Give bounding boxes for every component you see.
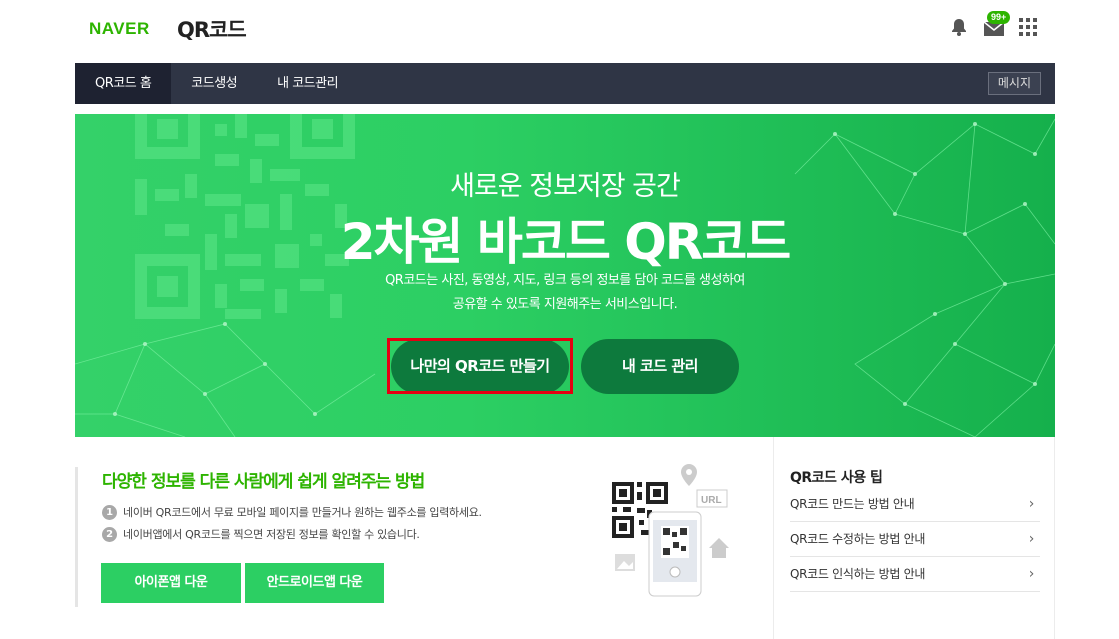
naver-logo[interactable]: NAVER [89, 19, 150, 39]
mail-icon[interactable]: 99+ [983, 11, 1011, 37]
tip-item-edit[interactable]: QR코드 수정하는 방법 안내 › [790, 522, 1040, 557]
location-pin-icon [681, 464, 697, 486]
nav-item-qr-home[interactable]: QR코드 홈 [75, 63, 172, 104]
chevron-right-icon: › [1028, 566, 1035, 582]
hero-desc-line-2: 공유할 수 있도록 지원해주는 서비스입니다. [452, 297, 678, 312]
nav-item-my-codes[interactable]: 내 코드관리 [257, 63, 358, 104]
info-step-2: 2 네이버앱에서 QR코드를 찍으면 저장된 정보를 확인할 수 있습니다. [102, 526, 420, 542]
manage-my-code-button[interactable]: 내 코드 관리 [581, 339, 739, 394]
step-number-badge: 2 [102, 526, 117, 542]
chevron-right-icon: › [1028, 531, 1035, 547]
home-icon [709, 538, 729, 558]
top-bar: NAVER QR코드 99+ [0, 0, 1119, 60]
top-icons: 99+ [949, 11, 1037, 37]
phone-icon [648, 511, 702, 597]
hero-subtitle: 새로운 정보저장 공간 [450, 171, 681, 202]
service-logo[interactable]: QR코드 [177, 14, 247, 44]
info-title: 다양한 정보를 다른 사람에게 쉽게 알려주는 방법 [102, 472, 425, 492]
tip-item-create[interactable]: QR코드 만드는 방법 안내 › [790, 487, 1040, 522]
info-step-text: 네이버 QR코드에서 무료 모바일 페이지를 만들거나 원하는 웹주소를 입력하… [123, 506, 482, 519]
tip-item-label: QR코드 만드는 방법 안내 [790, 497, 915, 511]
hero-desc-line-1: QR코드는 사진, 동영상, 지도, 링크 등의 정보를 담아 코드를 생성하여 [385, 273, 745, 288]
message-button[interactable]: 메시지 [987, 72, 1041, 95]
tip-item-label: QR코드 수정하는 방법 안내 [790, 532, 926, 546]
info-step-text: 네이버앱에서 QR코드를 찍으면 저장된 정보를 확인할 수 있습니다. [123, 528, 420, 541]
tip-item-label: QR코드 인식하는 방법 안내 [790, 567, 926, 581]
mail-count-badge: 99+ [987, 11, 1011, 24]
tip-item-scan[interactable]: QR코드 인식하는 방법 안내 › [790, 557, 1040, 592]
nav-item-create-code[interactable]: 코드생성 [171, 63, 257, 104]
url-label: URL [701, 495, 722, 506]
iphone-app-download-button[interactable]: 아이폰앱 다운 [101, 563, 241, 603]
step-number-badge: 1 [102, 504, 117, 520]
info-step-1: 1 네이버 QR코드에서 무료 모바일 페이지를 만들거나 원하는 웹주소를 입… [102, 504, 482, 520]
tips-title: QR코드 사용 팁 [790, 470, 883, 486]
android-app-download-button[interactable]: 안드로이드앱 다운 [245, 563, 384, 603]
url-tag-icon: URL [696, 489, 728, 508]
hero-description: QR코드는 사진, 동영상, 지도, 링크 등의 정보를 담아 코드를 생성하여… [75, 269, 1055, 317]
main-nav: QR코드 홈 코드생성 내 코드관리 메시지 [75, 63, 1055, 104]
apps-grid-icon[interactable] [1019, 18, 1037, 36]
chevron-right-icon: › [1028, 496, 1035, 512]
tips-panel: QR코드 사용 팁 QR코드 만드는 방법 안내 › QR코드 수정하는 방법 … [773, 437, 1055, 639]
image-icon [615, 554, 635, 571]
highlight-annotation-box [387, 338, 573, 394]
hero-title: 2차원 바코드 QR코드 [340, 213, 792, 271]
bell-icon[interactable] [949, 17, 969, 37]
qr-phone-illustration: URL [612, 464, 729, 597]
